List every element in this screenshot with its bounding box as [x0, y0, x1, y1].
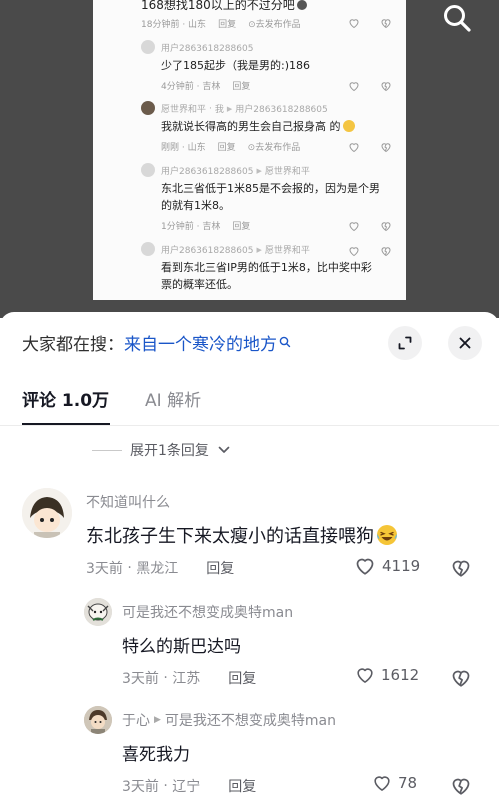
- embedded-screenshot: 168想找180以上的不过分吧 18分钟前 · 山东 回复 ⊙去发布作品 用户2…: [93, 0, 406, 300]
- broken-heart-icon[interactable]: [450, 667, 472, 689]
- like-button[interactable]: 1612: [355, 665, 419, 685]
- sc-reply-text: 看到东北三省IP男的低于1米8，比中奖中彩 票的概率还低。: [161, 261, 372, 291]
- broken-heart-icon[interactable]: [450, 557, 472, 579]
- comment-username[interactable]: 不知道叫什么: [86, 492, 170, 512]
- sc-like-icon: [349, 19, 359, 29]
- sc-reply-meta: 刚刚 · 山东 回复 ⊙去发布作品: [161, 143, 301, 153]
- sc-top-comment: 168想找180以上的不过分吧: [141, 0, 307, 13]
- sc-avatar: [141, 163, 155, 177]
- sc-reply-meta: 1分钟前 · 吉林 回复: [161, 222, 251, 232]
- comment-meta: 3天前 · 江苏 回复: [122, 668, 257, 688]
- tab-ai-analysis[interactable]: AI 解析: [145, 386, 201, 411]
- avatar-image: [84, 598, 112, 626]
- comment-text: 东北孩子生下来太瘦小的话直接喂狗: [86, 522, 398, 548]
- laugh-cry-emoji-icon: [377, 525, 397, 545]
- chevron-down-icon: [218, 446, 230, 453]
- expand-divider: [92, 449, 122, 451]
- suggested-search[interactable]: 大家都在搜： 来自一个寒冷的地方: [22, 328, 291, 356]
- sc-dislike-icon: [381, 82, 391, 92]
- broken-heart-icon[interactable]: [450, 775, 472, 797]
- avatar-image: [22, 488, 72, 538]
- tabs-divider: [0, 425, 499, 426]
- sc-username: 用户2863618288605 ▶ 愿世界和平: [161, 166, 310, 178]
- suggested-search-label: 大家都在搜：: [22, 334, 124, 355]
- expand-replies-label: 展开1条回复: [130, 443, 209, 459]
- sc-username: 用户2863618288605: [161, 44, 254, 54]
- sc-reply-text: 东北三省低于1米85是不会报的，因为是个男 的就有1米8。: [161, 182, 380, 212]
- video-background: 168想找180以上的不过分吧 18分钟前 · 山东 回复 ⊙去发布作品 用户2…: [0, 0, 499, 318]
- sc-top-meta: 18分钟前 · 山东 回复 ⊙去发布作品: [141, 20, 301, 30]
- comment-sheet: 大家都在搜： 来自一个寒冷的地方 评论 1.0万 AI 解析 展开1条回复 不知…: [0, 312, 499, 800]
- sc-reply-text: 少了185起步（我是男的:)186: [161, 59, 310, 72]
- close-icon: [459, 337, 471, 349]
- reply-to-username[interactable]: 可是我还不想变成奥特man: [165, 710, 336, 730]
- sc-avatar: [141, 242, 155, 256]
- search-icon: [444, 5, 471, 32]
- like-button[interactable]: 78: [372, 773, 417, 793]
- smirk-emoji-icon: [342, 120, 355, 132]
- suggested-search-term[interactable]: 来自一个寒冷的地方: [124, 330, 277, 355]
- tab-comments[interactable]: 评论 1.0万: [22, 386, 109, 411]
- expand-icon: [398, 336, 412, 350]
- sc-like-icon: [349, 247, 359, 257]
- expand-replies-button[interactable]: 展开1条回复: [92, 440, 231, 460]
- sc-dislike-icon: [381, 222, 391, 232]
- sc-like-icon: [349, 143, 359, 153]
- bomb-emoji-icon: [296, 0, 307, 10]
- like-count: 1612: [381, 666, 420, 684]
- comment-text: 喜死我力: [122, 745, 190, 765]
- close-button[interactable]: [448, 326, 482, 360]
- comment-username[interactable]: 于心 ▶ 可是我还不想变成奥特man: [122, 710, 336, 730]
- like-button[interactable]: 4119: [354, 555, 420, 577]
- expand-button[interactable]: [388, 326, 422, 360]
- avatar[interactable]: [84, 598, 112, 626]
- sc-dislike-icon: [381, 247, 391, 257]
- like-count: 78: [398, 774, 418, 792]
- heart-icon: [356, 558, 374, 575]
- comment-tabs: 评论 1.0万 AI 解析: [22, 386, 201, 411]
- search-button[interactable]: [437, 0, 477, 36]
- sc-username: 用户2863618288605 ▶ 愿世界和平: [161, 245, 310, 257]
- sc-reply-text: 我就说长得高的男生会自己报身高 的: [161, 118, 355, 135]
- avatar[interactable]: [22, 488, 72, 538]
- heart-icon: [374, 776, 390, 791]
- reply-button[interactable]: 回复: [228, 668, 256, 688]
- sc-like-icon: [349, 222, 359, 232]
- avatar-image: [84, 706, 112, 734]
- sc-avatar: [141, 101, 155, 115]
- sc-avatar: [141, 40, 155, 54]
- comment-meta: 3天前 · 黑龙江 回复: [86, 558, 235, 578]
- heart-icon: [357, 668, 373, 683]
- avatar[interactable]: [84, 706, 112, 734]
- comment-text: 特么的斯巴达吗: [122, 637, 241, 657]
- sc-dislike-icon: [381, 143, 391, 153]
- sc-username: 愿世界和平 · 我 ▶ 用户2863618288605: [161, 103, 328, 116]
- comment-meta: 3天前 · 辽宁 回复: [122, 776, 257, 796]
- sc-reply-meta: 4分钟前 · 吉林 回复: [161, 82, 251, 92]
- like-count: 4119: [382, 557, 421, 575]
- search-small-icon: [279, 336, 291, 348]
- reply-arrow-icon: ▶: [154, 715, 161, 725]
- comment-username[interactable]: 可是我还不想变成奥特man: [122, 602, 293, 622]
- reply-button[interactable]: 回复: [228, 776, 256, 796]
- reply-button[interactable]: 回复: [206, 558, 234, 578]
- sc-like-icon: [349, 82, 359, 92]
- sc-dislike-icon: [381, 19, 391, 29]
